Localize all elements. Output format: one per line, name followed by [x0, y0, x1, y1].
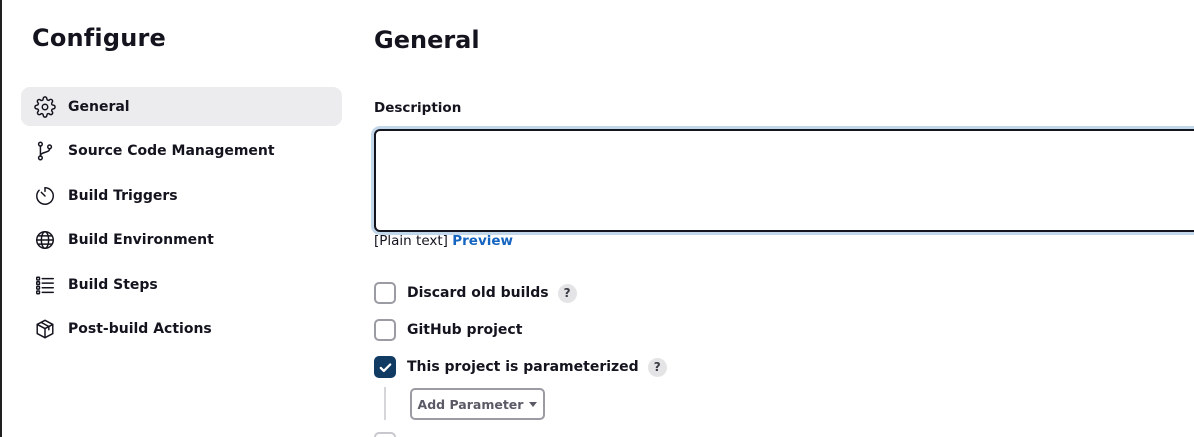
sidebar-item-label: Build Environment: [68, 232, 214, 249]
discard-old-builds-checkbox[interactable]: [374, 282, 396, 304]
list-icon: [33, 273, 57, 297]
option-discard-old-builds: Discard old builds ?: [374, 282, 577, 304]
sidebar-nav: General Source Code Management Build Tri…: [21, 87, 342, 355]
option-parameterized: This project is parameterized ?: [374, 356, 667, 378]
parameterized-checkbox[interactable]: [374, 356, 396, 378]
sidebar-item-label: Build Triggers: [68, 187, 178, 204]
option-github-project: GitHub project: [374, 319, 522, 341]
sidebar-item-label: Post-build Actions: [68, 321, 212, 338]
globe-icon: [33, 228, 57, 252]
add-parameter-label: Add Parameter: [417, 396, 524, 412]
sidebar-item-post-build-actions[interactable]: Post-build Actions: [21, 310, 342, 349]
add-parameter-button[interactable]: Add Parameter: [410, 388, 545, 420]
sidebar-item-build-environment[interactable]: Build Environment: [21, 221, 342, 260]
parameter-section-line: [384, 387, 386, 420]
package-icon: [33, 317, 57, 341]
github-project-label[interactable]: GitHub project: [407, 322, 522, 338]
github-project-checkbox[interactable]: [374, 319, 396, 341]
help-icon[interactable]: ?: [557, 283, 577, 303]
checkmark-icon: [379, 362, 391, 372]
description-label: Description: [374, 100, 462, 116]
help-icon[interactable]: ?: [647, 357, 667, 377]
sidebar-item-general[interactable]: General: [21, 87, 342, 126]
gear-icon: [33, 95, 57, 119]
description-input[interactable]: [374, 129, 1194, 232]
sidebar-item-label: Build Steps: [68, 276, 158, 293]
caret-down-icon: [529, 401, 538, 407]
sidebar-item-source-code-management[interactable]: Source Code Management: [21, 132, 342, 171]
next-option-checkbox[interactable]: [374, 432, 396, 437]
page-title: General: [374, 26, 480, 54]
sidebar-item-build-triggers[interactable]: Build Triggers: [21, 176, 342, 215]
parameterized-label[interactable]: This project is parameterized: [407, 359, 639, 375]
plain-text-label: [Plain text]: [374, 233, 448, 249]
sidebar-item-label: Source Code Management: [68, 143, 275, 160]
description-format: [Plain text] Preview: [374, 233, 513, 249]
sidebar-title: Configure: [32, 24, 167, 52]
timer-icon: [33, 184, 57, 208]
git-branch-icon: [33, 139, 57, 163]
discard-old-builds-label[interactable]: Discard old builds: [407, 285, 549, 301]
window-left-border: [0, 0, 2, 437]
preview-link[interactable]: Preview: [452, 233, 513, 249]
configure-page: Configure General Source Code Management…: [0, 0, 1194, 437]
sidebar-item-label: General: [68, 98, 130, 115]
sidebar-item-build-steps[interactable]: Build Steps: [21, 265, 342, 304]
